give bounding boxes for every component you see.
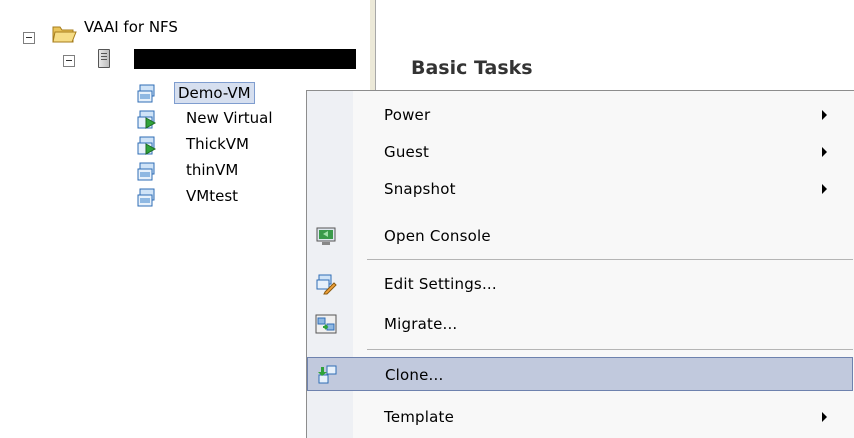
menu-item-template[interactable]: Template xyxy=(307,400,854,434)
basic-tasks-heading: Basic Tasks xyxy=(411,57,533,79)
tree-vm-item[interactable]: VMtest xyxy=(186,186,238,206)
submenu-arrow-icon xyxy=(822,412,827,422)
menu-item-open-console[interactable]: Open Console xyxy=(307,219,854,253)
menu-item-label: Template xyxy=(384,408,455,426)
menu-item-label: Edit Settings... xyxy=(384,275,497,293)
vm-powered-off-icon xyxy=(137,188,155,207)
menu-item-guest[interactable]: Guest xyxy=(307,135,854,169)
context-menu: Power Guest Snapshot Open Console Edit S… xyxy=(306,90,854,438)
tree-vm-item[interactable]: ThickVM xyxy=(186,134,249,154)
collapse-host-toggle[interactable] xyxy=(63,55,75,67)
menu-item-label: Open Console xyxy=(384,227,491,245)
vm-powered-off-icon xyxy=(137,162,155,181)
submenu-arrow-icon xyxy=(822,147,827,157)
menu-separator xyxy=(367,349,853,350)
collapse-root-toggle[interactable] xyxy=(23,32,35,44)
menu-item-power[interactable]: Power xyxy=(307,98,854,132)
console-icon xyxy=(316,227,336,245)
vm-powered-off-icon xyxy=(137,84,155,103)
folder-icon xyxy=(52,26,77,43)
menu-item-label: Migrate... xyxy=(384,315,458,333)
tree-vm-item[interactable]: New Virtual xyxy=(186,108,273,128)
menu-item-label: Power xyxy=(384,106,431,124)
menu-item-migrate[interactable]: Migrate... xyxy=(307,307,854,341)
submenu-arrow-icon xyxy=(822,184,827,194)
tree-vm-item[interactable]: thinVM xyxy=(186,160,238,180)
menu-separator xyxy=(367,259,853,260)
menu-item-label: Clone... xyxy=(385,366,444,384)
submenu-arrow-icon xyxy=(822,110,827,120)
tree-vm-item[interactable]: Demo-VM xyxy=(174,82,255,104)
menu-item-snapshot[interactable]: Snapshot xyxy=(307,172,854,206)
menu-item-clone[interactable]: Clone... xyxy=(307,357,853,391)
tree-root-label[interactable]: VAAI for NFS xyxy=(84,17,178,37)
menu-item-label: Snapshot xyxy=(384,180,456,198)
clone-icon xyxy=(318,365,337,384)
host-icon xyxy=(98,49,110,68)
menu-item-label: Guest xyxy=(384,143,430,161)
menu-item-edit-settings[interactable]: Edit Settings... xyxy=(307,267,854,301)
vm-powered-on-icon xyxy=(137,110,157,129)
vm-powered-on-icon xyxy=(137,136,157,155)
redacted-host-name[interactable] xyxy=(134,49,356,69)
edit-settings-icon xyxy=(316,274,337,295)
migrate-icon xyxy=(315,314,337,334)
